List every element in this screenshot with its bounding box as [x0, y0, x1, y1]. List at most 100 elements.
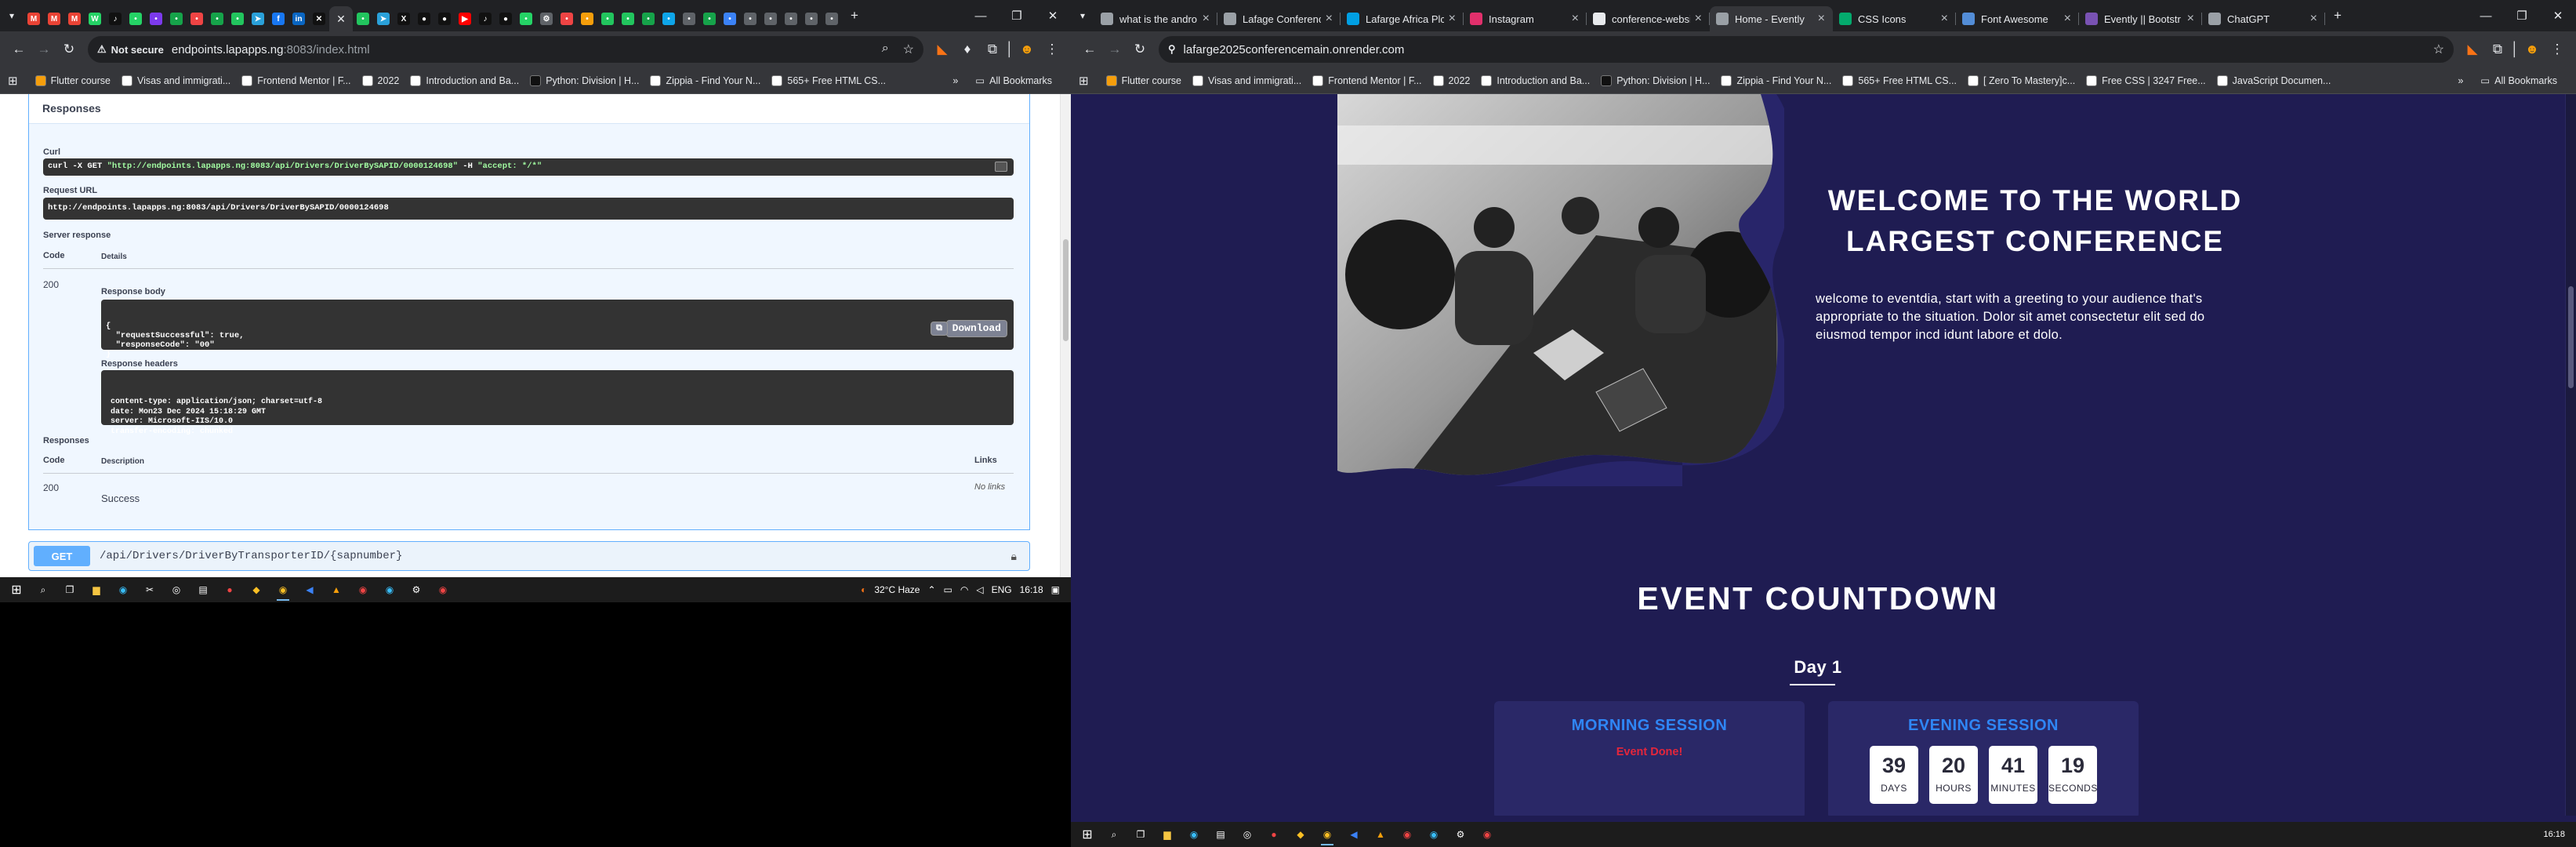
day-tab[interactable]: Day 1: [1071, 657, 2565, 678]
weather-icon[interactable]: ◐: [861, 584, 866, 595]
language-indicator[interactable]: ENG: [992, 584, 1012, 595]
zoom-icon[interactable]: ⌕: [882, 42, 889, 57]
chrome-icon[interactable]: ◉: [1474, 823, 1500, 846]
snipping-tool-icon[interactable]: ✂: [136, 578, 163, 602]
browser-tab[interactable]: CSS Icons ×: [1833, 6, 1956, 31]
settings-icon[interactable]: ⚙: [1447, 823, 1474, 846]
browser-tab[interactable]: conference-websi ×: [1587, 6, 1710, 31]
close-window-icon[interactable]: ✕: [1035, 0, 1071, 31]
network-icon[interactable]: ◠: [960, 584, 968, 595]
pinned-tab[interactable]: •: [801, 6, 822, 31]
file-explorer-icon[interactable]: ▆: [83, 578, 110, 602]
tab-search-icon[interactable]: ▾: [1071, 3, 1094, 28]
extensions-puzzle-icon[interactable]: ⧉: [2485, 37, 2510, 62]
bookmark-star-icon[interactable]: ☆: [903, 42, 914, 57]
browser-tab[interactable]: what is the andro ×: [1094, 6, 1217, 31]
browser-tab[interactable]: Lafage Conferenc ×: [1217, 6, 1341, 31]
bookmark-item[interactable]: Visas and immigrati...: [1192, 75, 1301, 86]
back-icon[interactable]: ←: [1077, 37, 1102, 62]
profile-avatar[interactable]: ☻: [2520, 37, 2545, 62]
bookmarks-more-icon[interactable]: »: [952, 75, 958, 86]
menu-icon[interactable]: ⋮: [1039, 37, 1065, 62]
get-operation-row[interactable]: GET /api/Drivers/DriverByTransporterID/{…: [28, 541, 1030, 571]
download-button[interactable]: Download: [945, 320, 1007, 337]
clock[interactable]: 16:18: [1020, 584, 1043, 595]
pinned-tab[interactable]: X: [394, 6, 414, 31]
battery-icon[interactable]: ▭: [944, 584, 952, 595]
pinned-tab[interactable]: •: [166, 6, 187, 31]
tab-search-icon[interactable]: ▾: [0, 3, 24, 28]
pinned-tab[interactable]: M: [44, 6, 64, 31]
bookmark-item[interactable]: Frontend Mentor | F...: [241, 75, 351, 86]
forward-icon[interactable]: →: [1102, 37, 1127, 62]
app-icon[interactable]: ●: [1261, 823, 1287, 846]
bookmark-item[interactable]: Frontend Mentor | F...: [1312, 75, 1422, 86]
pinned-tab[interactable]: •: [760, 6, 781, 31]
pinned-tab[interactable]: •: [146, 6, 166, 31]
minimize-icon[interactable]: —: [963, 0, 999, 31]
pinned-tab[interactable]: ➤: [373, 6, 394, 31]
bookmarks-more-icon[interactable]: »: [2458, 75, 2463, 86]
pinned-tab[interactable]: M: [64, 6, 85, 31]
browser-tab[interactable]: Evently || Bootstr ×: [2079, 6, 2202, 31]
pinned-tab[interactable]: ♪: [105, 6, 125, 31]
clock[interactable]: 16:18: [2543, 830, 2565, 839]
browser-tab[interactable]: ChatGPT ×: [2202, 6, 2325, 31]
bookmark-item[interactable]: Zippia - Find Your N...: [1721, 75, 1831, 86]
pinned-tab[interactable]: •: [597, 6, 618, 31]
pinned-tab[interactable]: •: [822, 6, 842, 31]
reload-icon[interactable]: ↻: [56, 37, 82, 62]
bookmark-item[interactable]: Flutter course: [34, 75, 111, 86]
start-icon[interactable]: ⊞: [1074, 823, 1101, 846]
bookmark-item[interactable]: Flutter course: [1105, 75, 1181, 86]
file-explorer-icon[interactable]: ▆: [1154, 823, 1181, 846]
pinned-tab[interactable]: M: [24, 6, 44, 31]
pinned-tab[interactable]: ✕: [309, 6, 329, 31]
bookmark-item[interactable]: Python: Division | H...: [530, 75, 639, 86]
profile-avatar[interactable]: ☻: [1014, 37, 1039, 62]
chrome-icon[interactable]: ◉: [1420, 823, 1447, 846]
restore-icon[interactable]: ❐: [2504, 0, 2540, 31]
bookmark-item[interactable]: Python: Division | H...: [1601, 75, 1710, 86]
curl-command[interactable]: curl -X GET "http://endpoints.lapapps.ng…: [43, 158, 1014, 176]
all-bookmarks[interactable]: ▭ All Bookmarks: [975, 75, 1052, 87]
chrome-icon[interactable]: ◉: [1314, 823, 1341, 846]
menu-icon[interactable]: ⋮: [2545, 37, 2570, 62]
new-tab-button[interactable]: +: [842, 3, 867, 28]
pinned-tab[interactable]: •: [740, 6, 760, 31]
pinned-tab[interactable]: •: [516, 6, 536, 31]
weather-text[interactable]: 32°C Haze: [874, 584, 920, 595]
pinned-tab[interactable]: •: [207, 6, 227, 31]
chrome-icon[interactable]: ◉: [1394, 823, 1420, 846]
pinned-tab[interactable]: •: [577, 6, 597, 31]
app-icon[interactable]: ◎: [1234, 823, 1261, 846]
pinned-tab[interactable]: •: [557, 6, 577, 31]
close-icon[interactable]: ×: [1321, 12, 1333, 26]
app-icon[interactable]: ▲: [323, 578, 350, 602]
extension-icon[interactable]: ♦: [955, 37, 980, 62]
task-view-icon[interactable]: ❐: [56, 578, 83, 602]
close-icon[interactable]: ×: [1198, 12, 1210, 26]
extension-icon[interactable]: ◣: [930, 37, 955, 62]
bookmark-item[interactable]: 565+ Free HTML CS...: [771, 75, 886, 86]
app-icon[interactable]: ◎: [163, 578, 190, 602]
pinned-tab[interactable]: ●: [414, 6, 434, 31]
bookmark-item[interactable]: Zippia - Find Your N...: [650, 75, 760, 86]
restore-icon[interactable]: ❐: [999, 0, 1035, 31]
chevron-up-icon[interactable]: ⌃: [927, 584, 935, 595]
close-icon[interactable]: ×: [1813, 12, 1825, 26]
minimize-icon[interactable]: —: [2468, 0, 2504, 31]
not-secure-badge[interactable]: ⚠ Not secure: [97, 43, 164, 56]
pinned-tab[interactable]: •: [638, 6, 659, 31]
pinned-tab[interactable]: •: [125, 6, 146, 31]
bookmark-item[interactable]: 2022: [361, 75, 399, 86]
chrome-icon[interactable]: ◉: [350, 578, 376, 602]
close-icon[interactable]: ×: [1567, 12, 1579, 26]
app-icon[interactable]: ▤: [1207, 823, 1234, 846]
new-tab-button[interactable]: +: [2325, 3, 2350, 28]
chrome-icon[interactable]: ◉: [430, 578, 456, 602]
apps-icon[interactable]: ⊞: [1079, 74, 1089, 88]
pinned-tab[interactable]: in: [288, 6, 309, 31]
lock-icon[interactable]: 🔒︎: [1011, 550, 1017, 563]
scroll-thumb[interactable]: [1063, 239, 1068, 341]
